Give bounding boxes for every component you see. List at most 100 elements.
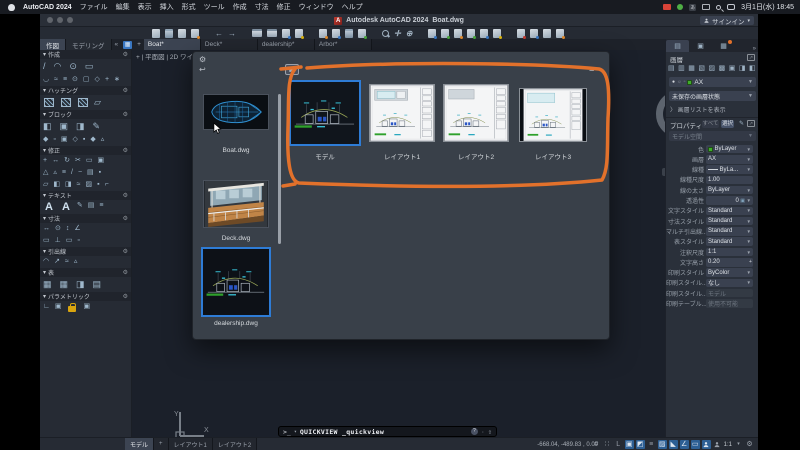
render-icon[interactable] [517,28,527,39]
symmetric-constraint-icon[interactable]: ▣ [83,302,90,313]
perpendicular-constraint-icon[interactable]: ∟ [43,302,50,313]
tool-icon[interactable]: ◆ [43,135,48,145]
gear-icon[interactable]: ⚙ [123,192,128,199]
palette-section-header[interactable]: ▾ テキスト ⚙ [40,191,131,200]
collapse-icon[interactable]: ▾ [43,111,46,118]
selection-cycling-icon[interactable]: ▭ [690,440,700,449]
gradient-icon[interactable] [78,98,88,107]
layer-color-icon[interactable]: ▨ [709,64,716,72]
tool-icon[interactable]: ▪ [99,168,101,178]
polar-tracking-icon[interactable]: ◩ [635,440,645,449]
show-layer-list-link[interactable]: 〉 画層リストを表示 [670,105,726,114]
keyboard-icon[interactable] [702,4,711,10]
tool-icon[interactable]: ≈ [54,75,58,85]
tool-icon[interactable]: ⊙ [69,60,77,73]
parallel-constraint-icon[interactable]: ▣ [55,302,62,313]
tool-icon[interactable]: ▣ [60,120,69,133]
block-editor-icon[interactable] [358,28,367,39]
tab-blocks[interactable]: ▣ [689,40,712,52]
tool-icon[interactable]: / [71,168,73,178]
text-style-icon[interactable]: ✎ [77,201,83,213]
object-snap-tracking-icon[interactable]: ◣ [668,440,678,449]
tool-icon[interactable]: ▭ [86,156,93,166]
transparency-icon[interactable]: ▣ [740,198,745,204]
settings-gear-icon[interactable]: ⚙ [745,440,754,449]
tool-icon[interactable]: ◨ [76,120,85,133]
tool-icon[interactable]: ▦ [60,278,69,291]
layer-prev-icon[interactable]: ◧ [749,64,756,72]
drawing-tab-dealership[interactable]: dealership* [257,39,315,50]
gear-icon[interactable]: ⚙ [123,147,128,154]
collapse-icon[interactable]: ▾ [43,248,46,255]
popout-icon[interactable]: ↗ [747,120,755,127]
tool-icon[interactable]: ▢ [83,75,90,85]
sign-in-button[interactable]: サインイン ▾ [699,16,754,26]
tool-icon[interactable]: ≡ [62,168,66,178]
collapse-icon[interactable]: ▾ [43,192,46,199]
properties-all-button[interactable]: すべて [702,120,719,128]
drawing-tab-boat[interactable]: Boat* [143,39,201,50]
tool-icon[interactable]: ≡ [63,75,67,85]
screen-recording-icon[interactable] [663,4,672,10]
layer-lock-icon[interactable]: ▧ [698,64,705,72]
redo-icon[interactable]: → [228,29,236,38]
tool-icon[interactable]: ↻ [64,156,70,166]
layout-thumbnail-2[interactable] [443,84,509,142]
tool-icon[interactable]: ▫ [53,135,55,145]
tool-icon[interactable]: + [43,156,47,166]
layout-label[interactable]: レイアウト3 [519,151,587,161]
print-icon[interactable] [252,29,262,37]
tool-icon[interactable]: ▭ [85,60,94,73]
polar-angle-icon[interactable]: ∠ [679,440,689,449]
tool-icon[interactable]: ▭ [43,236,50,246]
window-title-bar[interactable]: A Autodesk AutoCAD 2024 Boat.dwg サインイン ▾ [40,14,758,27]
file-thumbnail-dealership[interactable] [201,247,271,317]
command-line[interactable]: >_ ▾ QUICKVIEW _quickview ? · ⇧ [278,426,497,437]
collapse-icon[interactable]: ▾ [43,51,46,58]
tool-icon[interactable]: ▣ [61,135,68,145]
import-icon[interactable] [319,28,328,39]
print-preview-icon[interactable] [267,29,277,37]
layer-sun-icon[interactable]: ☼ [677,79,682,85]
tool-icon[interactable]: ▤ [87,168,94,178]
group-icon[interactable] [467,28,477,39]
layout-thumbnail-3[interactable] [519,88,587,142]
thumbnail-view-toggle-icon[interactable]: ▦ [285,64,299,75]
tool-icon[interactable]: ▱ [43,180,48,190]
palette-section-header[interactable]: ▾ 修正 ⚙ [40,146,131,155]
toolset-tab-drafting[interactable]: 作図 [40,39,66,50]
tool-icon[interactable]: ◨ [65,180,72,190]
tool-icon[interactable]: ∗ [114,75,120,85]
lineweight-icon[interactable]: ≡ [647,440,656,449]
tool-icon[interactable]: / [43,60,46,73]
layout-thumbnail-model[interactable] [289,80,361,146]
boundary-icon[interactable]: ▱ [94,96,101,109]
zoom-window-tool-icon[interactable] [382,29,389,37]
annotation-autoscale-icon[interactable] [713,440,722,449]
layout-thumbnail-1[interactable] [369,84,435,142]
tool-icon[interactable]: ▪ [83,135,85,145]
expand-command-history-icon[interactable]: ⇧ [488,428,492,436]
chevron-down-icon[interactable]: ▾ [294,429,297,435]
quickview-menu-icon[interactable]: ≡ ▾ [589,64,599,74]
collapse-icon[interactable]: ▾ [43,215,46,222]
viewcube-ring[interactable] [656,90,665,138]
menu-file[interactable]: ファイル [80,2,108,12]
annotation-scale-button[interactable]: 1:1 [724,442,732,448]
ortho-icon[interactable]: L [614,440,623,449]
menu-modify[interactable]: 修正 [277,2,291,12]
feedback-icon[interactable] [556,28,566,39]
status-menu-green-icon[interactable] [677,4,684,10]
menu-edit[interactable]: 編集 [116,2,130,12]
gear-icon[interactable]: ⚙ [123,111,128,118]
new-file-icon[interactable] [152,28,160,38]
layout1-tab[interactable]: レイアウト1 [168,438,213,450]
hatch-icon[interactable] [44,98,54,107]
help-icon[interactable]: ? [470,428,478,435]
chevron-down-icon[interactable]: ▾ [734,440,743,449]
object-snap-icon[interactable]: ▨ [657,440,667,449]
tool-icon[interactable]: ↕ [66,224,70,234]
tool-icon[interactable]: + [105,75,109,85]
properties-selected-button[interactable]: 選択 [721,120,734,128]
drawing-tab-deck[interactable]: Deck* [200,39,258,50]
